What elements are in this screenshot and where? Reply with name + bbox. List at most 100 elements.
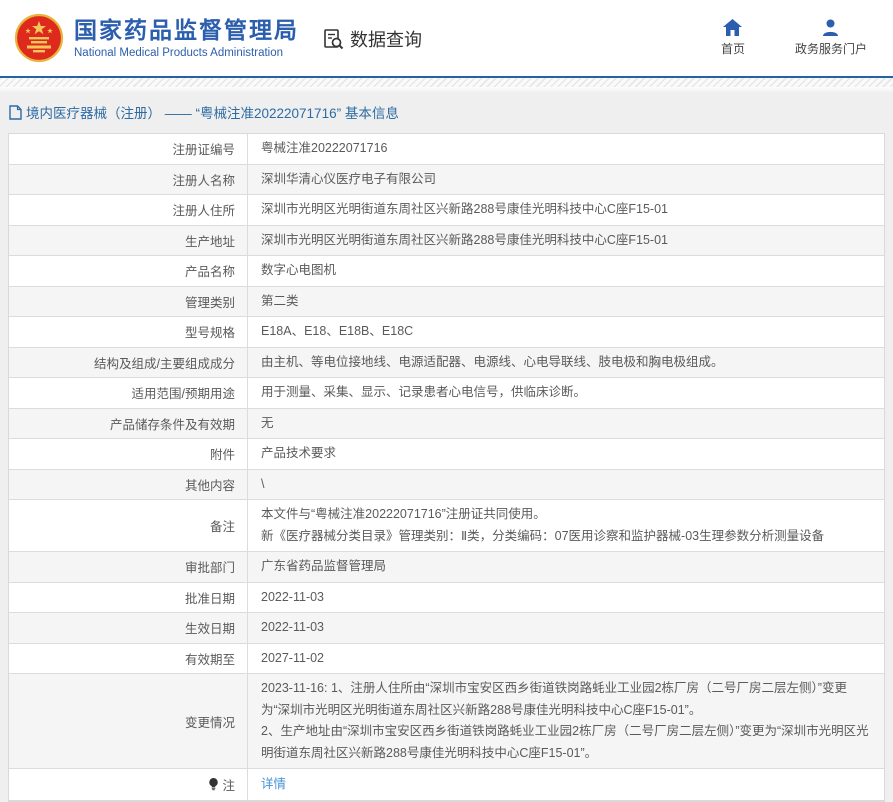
row-value: 2027-11-02 [248, 644, 884, 674]
row-label-text: 管理类别 [185, 292, 235, 311]
row-value: 2022-11-03 [248, 613, 884, 643]
row-value: \ [248, 470, 884, 500]
row-label: 适用范围/预期用途 [9, 378, 248, 408]
table-row: 适用范围/预期用途 用于测量、采集、显示、记录患者心电信号，供临床诊断。 [9, 378, 884, 409]
nmpa-logo[interactable]: 国家药品监督管理局 National Medical Products Admi… [14, 13, 299, 63]
row-value: E18A、E18、E18B、E18C [248, 317, 884, 347]
row-value-line: 2023-11-16: 1、注册人住所由“深圳市宝安区西乡街道铁岗路蚝业工业园2… [261, 678, 872, 721]
header-nav: 首页 政务服务门户 [709, 19, 867, 57]
row-label: 审批部门 [9, 552, 248, 582]
home-icon [723, 19, 742, 36]
row-label: 注 [9, 769, 248, 800]
table-row: 产品名称 数字心电图机 [9, 256, 884, 287]
row-value: 2022-11-03 [248, 583, 884, 613]
document-icon [9, 105, 22, 120]
row-value-text: 广东省药品监督管理局 [261, 556, 872, 578]
table-row: 型号规格 E18A、E18、E18B、E18C [9, 317, 884, 348]
hatch-band [0, 78, 893, 87]
row-value-text: 用于测量、采集、显示、记录患者心电信号，供临床诊断。 [261, 382, 872, 404]
row-label-text: 生效日期 [185, 618, 235, 637]
table-row: 注详情 [9, 769, 884, 801]
row-label-text: 生产地址 [185, 231, 235, 250]
row-label-text: 产品名称 [185, 261, 235, 280]
row-label-text: 注册人名称 [172, 170, 235, 189]
row-label-text: 注册证编号 [172, 139, 235, 158]
row-label-text: 适用范围/预期用途 [132, 383, 235, 402]
row-value: 深圳市光明区光明街道东周社区兴新路288号康佳光明科技中心C座F15-01 [248, 195, 884, 225]
table-row: 备注本文件与“粤械注准20222071716”注册证共同使用。新《医疗器械分类目… [9, 500, 884, 552]
row-value-text: 无 [261, 413, 872, 435]
data-query-label: 数据查询 [350, 26, 422, 52]
table-row: 产品储存条件及有效期 无 [9, 409, 884, 440]
row-value-text: 产品技术要求 [261, 443, 872, 465]
table-row: 审批部门 广东省药品监督管理局 [9, 552, 884, 583]
row-label: 变更情况 [9, 674, 248, 768]
row-label-text: 有效期至 [185, 649, 235, 668]
row-value: 详情 [248, 769, 884, 800]
row-label: 生产地址 [9, 226, 248, 256]
row-value-line: 新《医疗器械分类目录》管理类别：Ⅱ类，分类编码：07医用诊察和监护器械-03生理… [261, 526, 872, 548]
table-row: 其他内容 \ [9, 470, 884, 501]
row-value-text: 深圳市光明区光明街道东周社区兴新路288号康佳光明科技中心C座F15-01 [261, 230, 872, 252]
table-row: 变更情况 2023-11-16: 1、注册人住所由“深圳市宝安区西乡街道铁岗路蚝业… [9, 674, 884, 769]
row-value: 用于测量、采集、显示、记录患者心电信号，供临床诊断。 [248, 378, 884, 408]
page-title: 境内医疗器械（注册） —— “粤械注准20222071716” 基本信息 [26, 102, 399, 122]
row-label: 附件 [9, 439, 248, 469]
row-value-text: 第二类 [261, 291, 872, 313]
row-label: 备注 [9, 500, 248, 551]
row-label: 批准日期 [9, 583, 248, 613]
bulb-icon [208, 778, 219, 791]
row-label-text: 附件 [210, 444, 235, 463]
row-label: 产品储存条件及有效期 [9, 409, 248, 439]
row-value-text: E18A、E18、E18B、E18C [261, 321, 872, 343]
table-row: 管理类别 第二类 [9, 287, 884, 318]
row-label-text: 型号规格 [185, 322, 235, 341]
row-label: 结构及组成/主要组成成分 [9, 348, 248, 378]
row-label-text: 结构及组成/主要组成成分 [94, 353, 235, 372]
row-value: 广东省药品监督管理局 [248, 552, 884, 582]
row-label: 其他内容 [9, 470, 248, 500]
row-value: 2023-11-16: 1、注册人住所由“深圳市宝安区西乡街道铁岗路蚝业工业园2… [248, 674, 884, 768]
row-value: 深圳华清心仪医疗电子有限公司 [248, 165, 884, 195]
row-label: 管理类别 [9, 287, 248, 317]
table-row: 附件 产品技术要求 [9, 439, 884, 470]
row-label: 产品名称 [9, 256, 248, 286]
row-value-text: 深圳市光明区光明街道东周社区兴新路288号康佳光明科技中心C座F15-01 [261, 199, 872, 221]
row-label-text: 审批部门 [185, 557, 235, 576]
nav-gov-portal[interactable]: 政务服务门户 [795, 19, 867, 57]
row-label: 型号规格 [9, 317, 248, 347]
logo-text: 国家药品监督管理局 National Medical Products Admi… [74, 17, 299, 58]
table-row: 生效日期 2022-11-03 [9, 613, 884, 644]
row-value-text: 2022-11-03 [261, 617, 872, 639]
row-label: 注册人住所 [9, 195, 248, 225]
row-value: 产品技术要求 [248, 439, 884, 469]
row-value-line: 本文件与“粤械注准20222071716”注册证共同使用。 [261, 504, 872, 526]
user-icon [822, 19, 839, 36]
nav-home[interactable]: 首页 [709, 19, 757, 57]
row-value: 深圳市光明区光明街道东周社区兴新路288号康佳光明科技中心C座F15-01 [248, 226, 884, 256]
row-value-text: 数字心电图机 [261, 260, 872, 282]
nav-gov-portal-label: 政务服务门户 [795, 40, 867, 57]
row-label-text: 产品储存条件及有效期 [110, 414, 235, 433]
row-value-text: 由主机、等电位接地线、电源适配器、电源线、心电导联线、肢电极和胸电极组成。 [261, 352, 872, 374]
nav-home-label: 首页 [721, 40, 745, 57]
data-query-icon [321, 27, 345, 51]
table-row: 注册证编号粤械注准20222071716 [9, 134, 884, 165]
row-value-text: 2022-11-03 [261, 587, 872, 609]
row-value-line: 2、生产地址由“深圳市宝安区西乡街道铁岗路蚝业工业园2栋厂房（二号厂房二层左侧）… [261, 721, 872, 764]
site-title-cn: 国家药品监督管理局 [74, 17, 299, 43]
row-label-text: 变更情况 [185, 712, 235, 731]
header: 国家药品监督管理局 National Medical Products Admi… [0, 0, 893, 76]
info-table: 注册证编号粤械注准20222071716注册人名称深圳华清心仪医疗电子有限公司注… [8, 133, 885, 802]
table-row: 结构及组成/主要组成成分 由主机、等电位接地线、电源适配器、电源线、心电导联线、肢… [9, 348, 884, 379]
breadcrumb: 境内医疗器械（注册） —— “粤械注准20222071716” 基本信息 [0, 93, 893, 131]
row-label-text: 注册人住所 [172, 200, 235, 219]
data-query-link[interactable]: 数据查询 [321, 26, 422, 52]
row-value-text: 深圳华清心仪医疗电子有限公司 [261, 169, 872, 191]
row-label-text: 批准日期 [185, 588, 235, 607]
detail-link[interactable]: 详情 [261, 774, 872, 796]
row-value: 无 [248, 409, 884, 439]
row-value: 粤械注准20222071716 [248, 134, 884, 164]
table-row: 生产地址 深圳市光明区光明街道东周社区兴新路288号康佳光明科技中心C座F15-0… [9, 226, 884, 257]
row-value-text: \ [261, 474, 872, 496]
